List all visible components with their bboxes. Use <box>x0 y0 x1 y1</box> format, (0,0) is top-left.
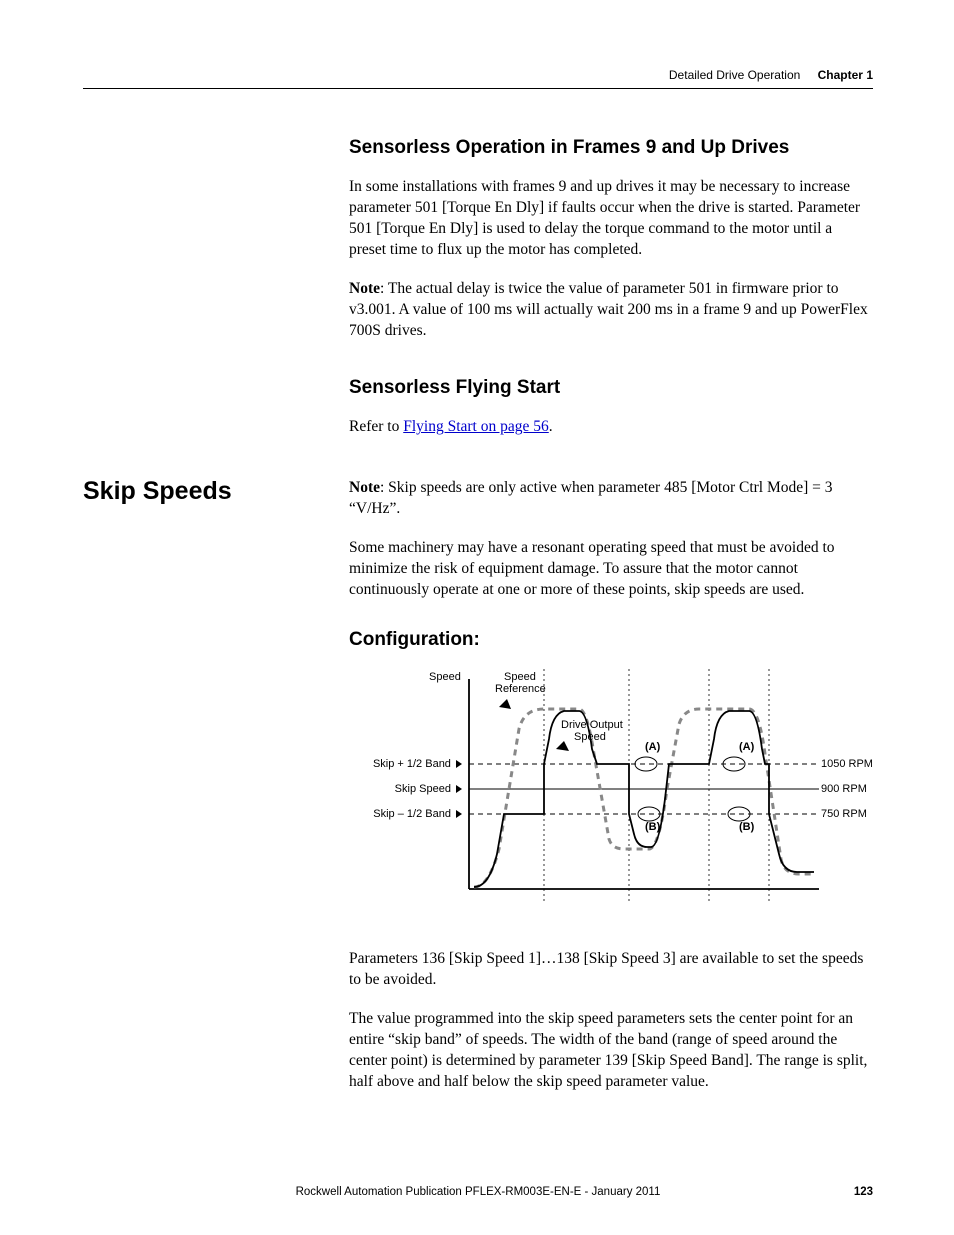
header-chapter: Chapter 1 <box>818 68 873 82</box>
figure-skip-speed: Speed Speed Reference Drive Output Speed… <box>349 669 873 919</box>
body-paragraph: Note: The actual delay is twice the valu… <box>349 279 873 342</box>
legend-speed-ref-2: Reference <box>495 683 546 695</box>
label-750rpm: 750 RPM <box>821 808 867 820</box>
heading-skip-speeds: Skip Speeds <box>83 478 333 506</box>
heading-sensorless-frames9: Sensorless Operation in Frames 9 and Up … <box>349 137 873 159</box>
marker-B: (B) <box>739 821 754 833</box>
y-axis-label: Speed <box>429 671 461 683</box>
note-text: : The actual delay is twice the value of… <box>349 280 868 339</box>
label-skip-speed: Skip Speed <box>367 783 462 795</box>
footer-text: Rockwell Automation Publication PFLEX-RM… <box>296 1186 661 1198</box>
page-number: 123 <box>854 1186 873 1198</box>
marker-B: (B) <box>645 821 660 833</box>
header-rule <box>83 88 873 89</box>
body-paragraph: In some installations with frames 9 and … <box>349 177 873 261</box>
legend-drive-out-2: Speed <box>574 731 606 743</box>
label-skip-minus: Skip – 1/2 Band <box>367 808 462 820</box>
marker-A: (A) <box>645 741 660 753</box>
note-label: Note <box>349 479 380 496</box>
body-paragraph: Refer to Flying Start on page 56. <box>349 417 873 438</box>
side-heading-area: Skip Speeds <box>83 478 333 506</box>
header-section: Detailed Drive Operation <box>669 68 800 82</box>
text: Refer to <box>349 418 403 435</box>
label-900rpm: 900 RPM <box>821 783 867 795</box>
label-1050rpm: 1050 RPM <box>821 758 873 770</box>
page-header: Detailed Drive Operation Chapter 1 <box>83 68 873 82</box>
body-paragraph: Note: Skip speeds are only active when p… <box>349 478 873 520</box>
legend-drive-out-1: Drive Output <box>561 719 623 731</box>
body-paragraph: Parameters 136 [Skip Speed 1]…138 [Skip … <box>349 949 873 991</box>
triangle-icon <box>456 810 462 818</box>
link-flying-start[interactable]: Flying Start on page 56 <box>403 418 549 435</box>
legend-speed-ref-1: Speed <box>504 671 536 683</box>
heading-flying-start: Sensorless Flying Start <box>349 377 873 399</box>
page-footer: Rockwell Automation Publication PFLEX-RM… <box>83 1186 873 1198</box>
text: . <box>549 418 553 435</box>
body-paragraph: Some machinery may have a resonant opera… <box>349 538 873 601</box>
heading-configuration: Configuration: <box>349 629 873 651</box>
triangle-icon <box>456 785 462 793</box>
body-paragraph: The value programmed into the skip speed… <box>349 1009 873 1093</box>
label-skip-plus: Skip + 1/2 Band <box>367 758 462 770</box>
triangle-icon <box>456 760 462 768</box>
note-label: Note <box>349 280 380 297</box>
marker-A: (A) <box>739 741 754 753</box>
note-text: : Skip speeds are only active when param… <box>349 479 833 517</box>
